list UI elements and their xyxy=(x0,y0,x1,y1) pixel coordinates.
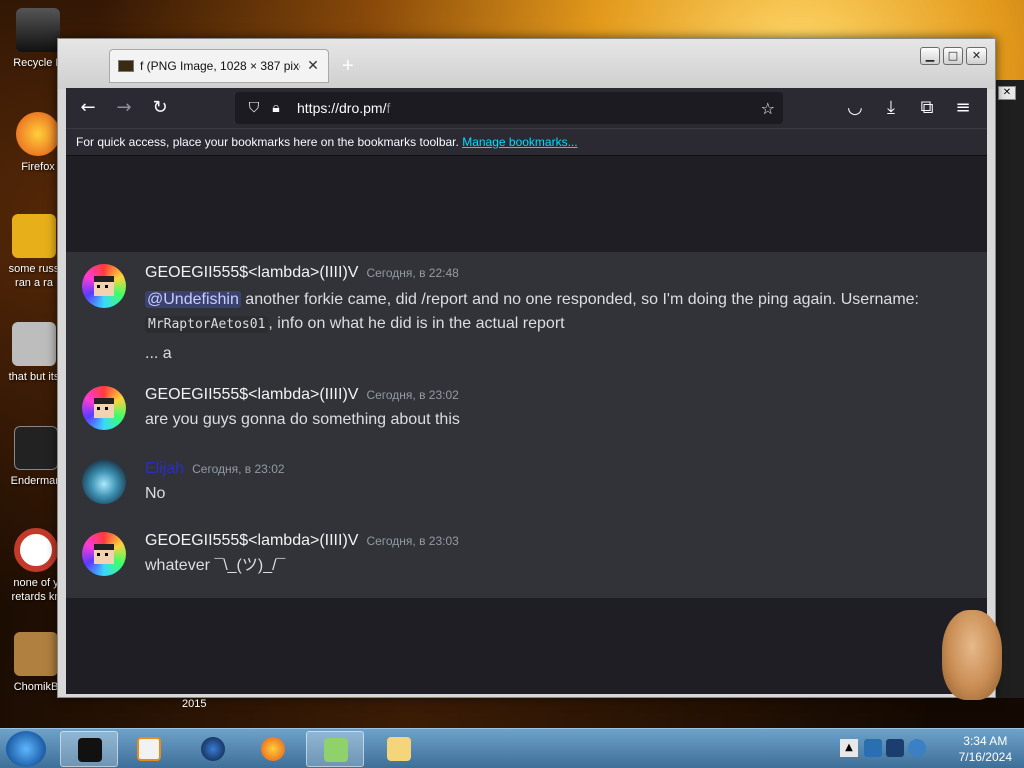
avatar-face-icon xyxy=(94,544,114,564)
maximize-button[interactable]: □ xyxy=(943,47,963,65)
message-author: GEOEGII555$<lambda>(IIII)V Сегодня, в 23:… xyxy=(145,386,459,404)
chat-message: GEOEGII555$<lambda>(IIII)V Сегодня, в 23:… xyxy=(66,532,987,588)
taskbar-item-media-player[interactable] xyxy=(120,731,178,767)
folder-icon xyxy=(387,737,411,761)
close-icon[interactable]: ✕ xyxy=(998,86,1016,100)
media-player-icon xyxy=(137,737,161,761)
taskbar-item-task-manager[interactable] xyxy=(306,731,364,767)
title-bar: f (PNG Image, 1028 × 387 pixels ✕ + ▁ □ … xyxy=(58,39,995,89)
network-icon[interactable] xyxy=(864,739,882,757)
new-tab-button[interactable]: + xyxy=(342,55,354,78)
avatar xyxy=(82,460,126,504)
display-icon[interactable] xyxy=(886,739,904,757)
firefox-icon xyxy=(261,737,285,761)
url-path: f xyxy=(386,100,391,116)
manage-bookmarks-link[interactable]: Manage bookmarks... xyxy=(462,135,577,149)
taskbar-item-terminal[interactable] xyxy=(60,731,118,767)
bookmark-star-icon[interactable]: ☆ xyxy=(761,99,775,118)
message-timestamp: Сегодня, в 23:02 xyxy=(192,462,285,476)
message-body: whatever ¯\_(ツ)_/¯ xyxy=(145,557,286,574)
start-button[interactable] xyxy=(6,731,46,767)
extensions-icon[interactable]: ⧉ xyxy=(909,88,945,128)
image-background-bottom xyxy=(66,598,987,694)
message-body: are you guys gonna do something about th… xyxy=(145,411,460,428)
message-body-extra: ... a xyxy=(145,345,172,362)
close-window-button[interactable]: ✕ xyxy=(966,47,987,65)
chat-screenshot-image: GEOEGII555$<lambda>(IIII)V Сегодня, в 22:… xyxy=(66,252,987,598)
avatar xyxy=(82,532,126,576)
system-tray: ▲ 3:34 AM 7/16/2024 xyxy=(840,729,1024,768)
forward-button[interactable]: → xyxy=(106,88,142,128)
toolbar-right: ◡ ⤓ ⧉ ≡ xyxy=(837,88,981,128)
desktop-year-text: 2015 xyxy=(182,698,207,710)
author-name: GEOEGII555$<lambda>(IIII)V xyxy=(145,386,359,403)
message-timestamp: Сегодня, в 23:03 xyxy=(366,534,459,548)
url-bar[interactable]: ⛉ 🔒︎ https://dro.pm/f ☆ xyxy=(235,92,783,124)
firefox-icon xyxy=(16,112,60,156)
globe-icon xyxy=(201,737,225,761)
avatar xyxy=(82,386,126,430)
avatar xyxy=(82,264,126,308)
chat-message: Elijah Сегодня, в 23:02 No xyxy=(66,460,987,510)
message-text-part1: another forkie came, did /report and no … xyxy=(240,291,919,308)
browser-window: f (PNG Image, 1028 × 387 pixels ✕ + ▁ □ … xyxy=(57,38,996,698)
clock[interactable]: 3:34 AM 7/16/2024 xyxy=(959,733,1012,765)
navigation-toolbar: ← → ↻ ⛉ 🔒︎ https://dro.pm/f ☆ ◡ ⤓ ⧉ ≡ xyxy=(66,88,987,128)
reload-button[interactable]: ↻ xyxy=(142,88,178,128)
message-timestamp: Сегодня, в 22:48 xyxy=(366,266,459,280)
background-window-strip: ✕ xyxy=(996,80,1024,698)
clock-date: 7/16/2024 xyxy=(958,750,1012,764)
downloads-icon[interactable]: ⤓ xyxy=(873,88,909,128)
author-name: GEOEGII555$<lambda>(IIII)V xyxy=(145,532,359,549)
user-mention: @Undefishin xyxy=(145,291,241,308)
bookmarks-toolbar: For quick access, place your bookmarks h… xyxy=(66,128,987,156)
chat-message: GEOEGII555$<lambda>(IIII)V Сегодня, в 23:… xyxy=(66,386,987,442)
tab-title: f (PNG Image, 1028 × 387 pixels xyxy=(140,59,300,73)
chat-message: GEOEGII555$<lambda>(IIII)V Сегодня, в 22:… xyxy=(66,260,987,370)
avatar-face-icon xyxy=(94,276,114,296)
taskbar-item-firefox[interactable] xyxy=(244,731,302,767)
lock-icon[interactable]: 🔒︎ xyxy=(265,100,287,116)
back-button[interactable]: ← xyxy=(70,88,106,128)
hamster-desktop-pet[interactable] xyxy=(942,610,1002,700)
message-author: GEOEGII555$<lambda>(IIII)V Сегодня, в 22:… xyxy=(145,264,459,282)
app-icon xyxy=(14,528,58,572)
recycle-bin-icon xyxy=(16,8,60,52)
window-controls: ▁ □ ✕ xyxy=(920,47,987,65)
browser-content-area: ← → ↻ ⛉ 🔒︎ https://dro.pm/f ☆ ◡ ⤓ ⧉ ≡ Fo… xyxy=(66,88,987,694)
terminal-icon xyxy=(14,426,58,470)
file-icon xyxy=(12,322,56,366)
tray-expand-button[interactable]: ▲ xyxy=(840,739,858,757)
taskbar: ▲ 3:34 AM 7/16/2024 xyxy=(0,728,1024,768)
terminal-icon xyxy=(78,738,102,762)
message-body: No xyxy=(145,485,166,502)
image-background-top xyxy=(66,156,987,252)
shield-icon[interactable]: ⛉ xyxy=(243,100,265,116)
author-name: Elijah xyxy=(145,460,185,477)
hamster-icon xyxy=(14,632,58,676)
tab-active[interactable]: f (PNG Image, 1028 × 387 pixels ✕ xyxy=(109,49,329,83)
inline-code-username: MrRaptorAetos01 xyxy=(145,316,269,333)
pocket-icon[interactable]: ◡ xyxy=(837,88,873,128)
author-name: GEOEGII555$<lambda>(IIII)V xyxy=(145,264,359,281)
taskbar-item-explorer[interactable] xyxy=(370,731,428,767)
folder-icon xyxy=(12,214,56,258)
minimize-button[interactable]: ▁ xyxy=(920,47,940,65)
url-text[interactable]: https://dro.pm/f xyxy=(297,100,761,116)
task-manager-icon xyxy=(324,738,348,762)
message-timestamp: Сегодня, в 23:02 xyxy=(366,388,459,402)
avatar-face-icon xyxy=(94,398,114,418)
volume-icon[interactable] xyxy=(908,739,926,757)
bookmarks-hint-text: For quick access, place your bookmarks h… xyxy=(76,135,459,149)
taskbar-item-globe[interactable] xyxy=(184,731,242,767)
message-author: GEOEGII555$<lambda>(IIII)V Сегодня, в 23:… xyxy=(145,532,459,550)
tab-close-icon[interactable]: ✕ xyxy=(306,58,320,74)
message-author: Elijah Сегодня, в 23:02 xyxy=(145,460,285,478)
menu-icon[interactable]: ≡ xyxy=(945,88,981,128)
message-text-part2: , info on what he did is in the actual r… xyxy=(268,315,565,332)
clock-time: 3:34 AM xyxy=(963,734,1008,748)
url-host: https://dro.pm/ xyxy=(297,100,387,116)
message-body: @Undefishin another forkie came, did /re… xyxy=(145,288,975,337)
tab-favicon-icon xyxy=(118,60,134,72)
